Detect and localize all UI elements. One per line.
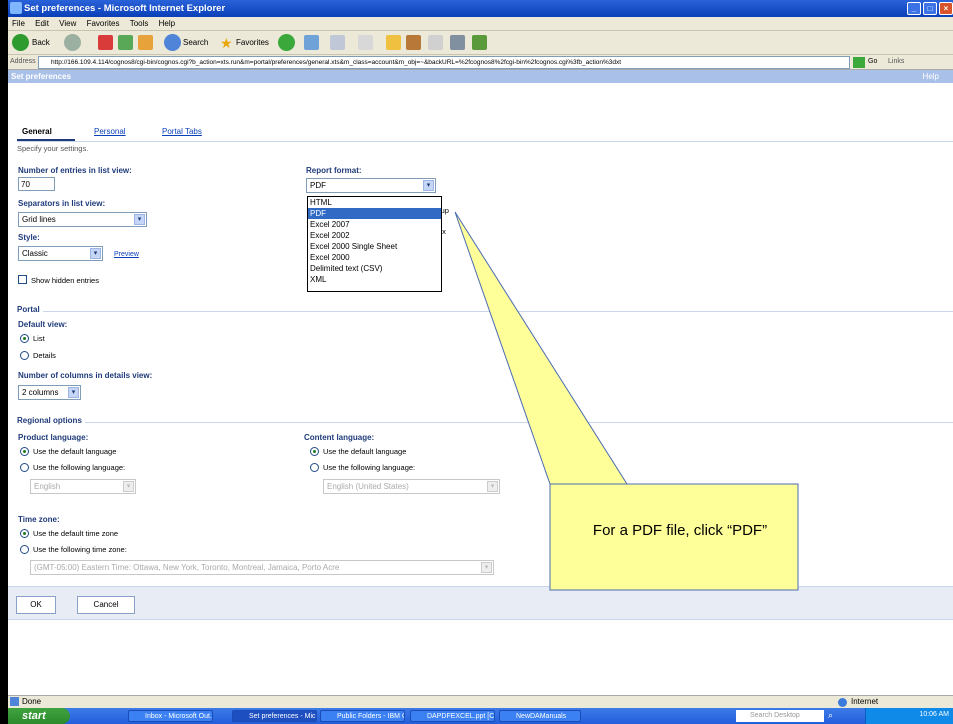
- clock: 10:06 AM: [919, 711, 949, 718]
- task-newdamanuals[interactable]: NewDAManuals: [499, 710, 581, 722]
- callout-pointer: [454, 211, 628, 485]
- task-outlook[interactable]: Inbox - Microsoft Out...: [128, 710, 213, 722]
- globe-icon: [838, 698, 847, 707]
- task-dapdfexcel[interactable]: DAPDFEXCEL.ppt [Co...: [410, 710, 495, 722]
- taskbar: start Inbox - Microsoft Out... Set prefe…: [8, 708, 953, 724]
- callout-annotation: [454, 211, 799, 591]
- zone-text: Internet: [851, 697, 879, 706]
- task-public-folders[interactable]: Public Folders - IBM C...: [320, 710, 405, 722]
- start-button[interactable]: start: [8, 708, 70, 724]
- callout-text: For a PDF file, click “PDF”: [592, 522, 768, 539]
- page-icon: [10, 697, 19, 706]
- status-text: Done: [22, 697, 42, 706]
- browser-window: Set preferences - Microsoft Internet Exp…: [8, 0, 953, 724]
- desktop-search-input[interactable]: Search Desktop: [736, 710, 824, 722]
- status-bar: Done Internet: [8, 695, 953, 708]
- search-icon[interactable]: ⌕: [828, 710, 833, 721]
- system-tray: 10:06 AM: [865, 708, 953, 724]
- task-set-preferences[interactable]: Set preferences - Mic...: [232, 710, 317, 722]
